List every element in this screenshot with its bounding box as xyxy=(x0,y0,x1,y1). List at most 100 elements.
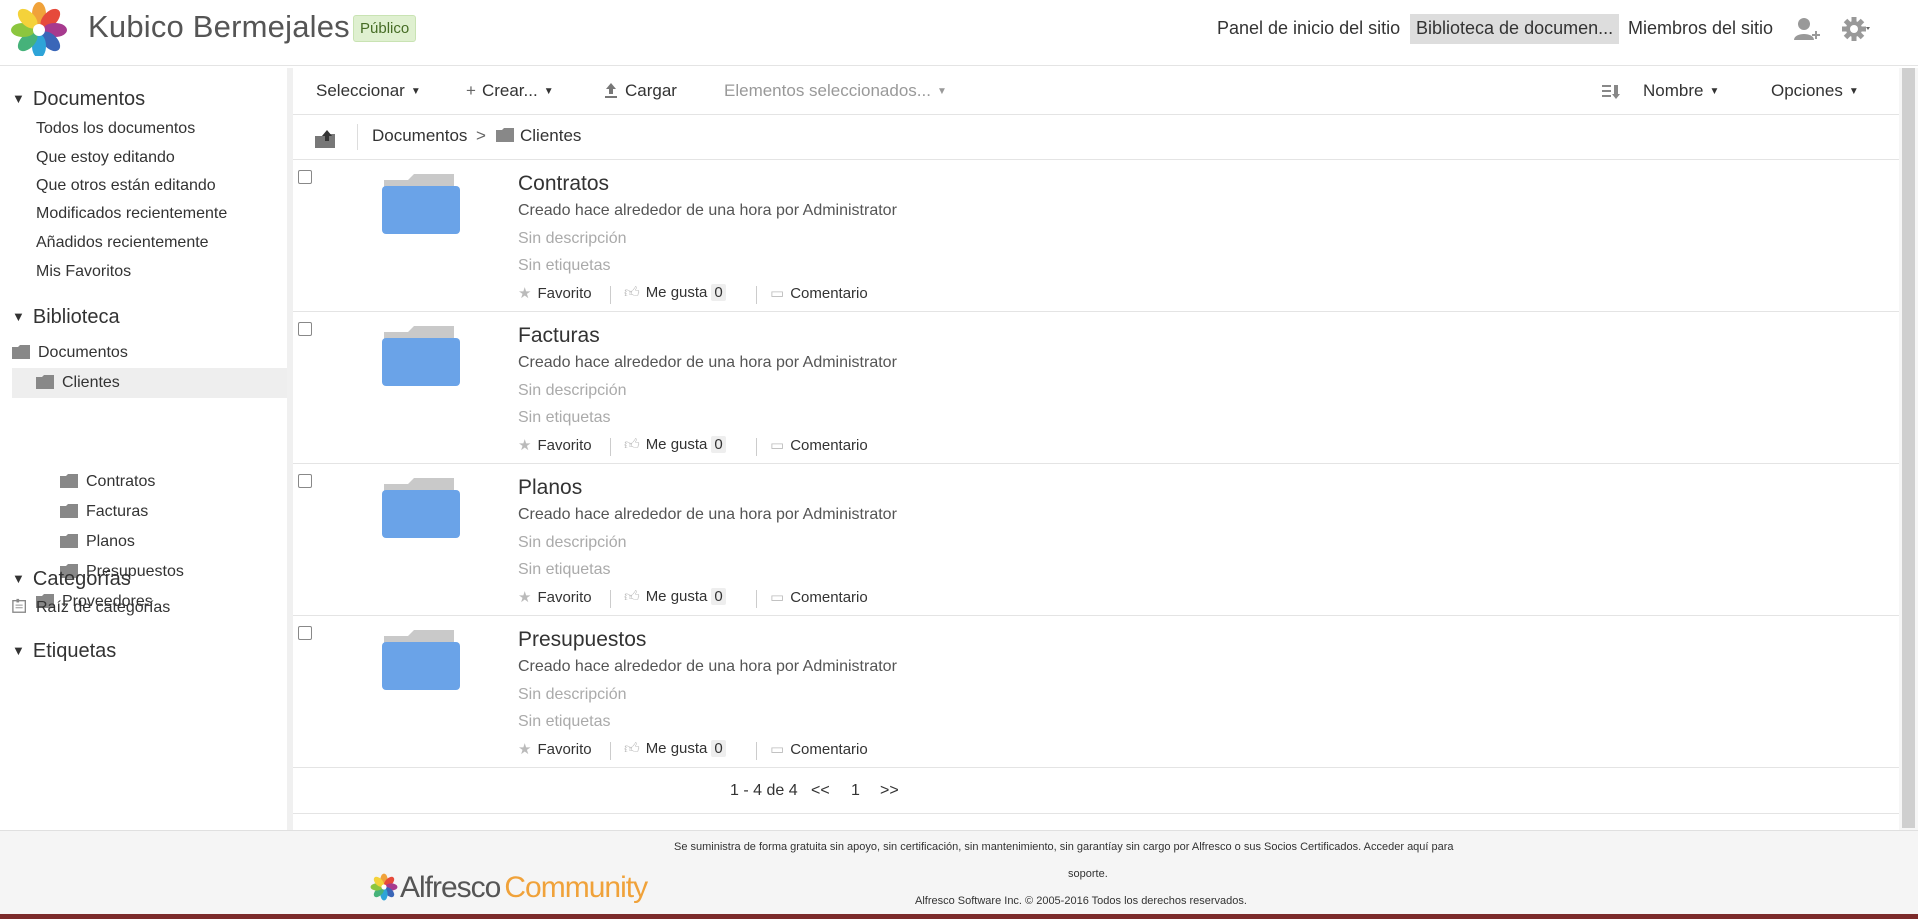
thumbs-up-icon: 👍︎ xyxy=(624,284,640,301)
tree-item-category-root[interactable]: Raíz de categorías xyxy=(12,593,170,623)
favorite-action[interactable]: ★ Favorito xyxy=(518,284,592,302)
add-user-icon[interactable] xyxy=(1791,14,1821,44)
comment-icon: ▭ xyxy=(770,589,785,606)
folder-icon xyxy=(496,128,514,142)
list-item[interactable]: Planos Creado hace alrededor de una hora… xyxy=(293,464,1899,616)
favorite-action[interactable]: ★ Favorito xyxy=(518,740,592,758)
tree-item-documents[interactable]: Documentos xyxy=(12,338,287,368)
nav-document-library[interactable]: Biblioteca de documen... xyxy=(1410,14,1620,44)
like-action[interactable]: 👍︎ Me gusta 0 xyxy=(624,436,726,454)
category-icon xyxy=(12,598,26,613)
thumbs-up-icon: 👍︎ xyxy=(624,588,640,605)
sidebar-tags-header[interactable]: ▼ Etiquetas xyxy=(12,640,116,663)
comment-action[interactable]: ▭ Comentario xyxy=(770,588,868,606)
folder-up-icon[interactable] xyxy=(313,126,339,152)
filter-editing-me[interactable]: Que estoy editando xyxy=(36,149,175,167)
tree-item-contratos[interactable]: Contratos xyxy=(60,467,155,497)
tree-item-planos[interactable]: Planos xyxy=(60,527,135,557)
star-icon: ★ xyxy=(518,437,532,454)
item-description: Sin descripción xyxy=(518,534,627,551)
nav-site-members[interactable]: Miembros del sitio xyxy=(1622,14,1779,44)
sort-icon[interactable] xyxy=(1601,83,1621,101)
site-title: Kubico Bermejales xyxy=(88,9,350,44)
breadcrumb-divider xyxy=(357,124,358,150)
options-menu[interactable]: Opciones ▼ xyxy=(1771,81,1859,101)
select-menu-button[interactable]: Seleccionar ▼ xyxy=(316,81,421,101)
comment-icon: ▭ xyxy=(770,437,785,454)
like-count: 0 xyxy=(711,436,726,453)
pagination-prev[interactable]: << xyxy=(811,782,830,800)
favorite-action[interactable]: ★ Favorito xyxy=(518,588,592,606)
alfresco-community-logo: Alfresco Community xyxy=(368,871,648,907)
item-meta: Creado hace alrededor de una hora por Ad… xyxy=(518,658,897,675)
folder-icon[interactable] xyxy=(380,174,460,234)
tree-item-clientes[interactable]: Clientes xyxy=(12,368,287,398)
thumbs-up-icon: 👍︎ xyxy=(624,740,640,757)
list-item[interactable]: Presupuestos Creado hace alrededor de un… xyxy=(293,616,1899,768)
sidebar-library-header[interactable]: ▼ Biblioteca xyxy=(12,306,120,329)
folder-icon xyxy=(60,534,78,548)
like-action[interactable]: 👍︎ Me gusta 0 xyxy=(624,588,726,606)
app-header: Kubico Bermejales Público Panel de inici… xyxy=(0,0,1918,66)
row-checkbox[interactable] xyxy=(298,322,312,336)
like-count: 0 xyxy=(711,284,726,301)
comment-action[interactable]: ▭ Comentario xyxy=(770,436,868,454)
breadcrumb-separator: > xyxy=(476,126,486,145)
tree-item-facturas[interactable]: Facturas xyxy=(60,497,148,527)
breadcrumb-current: Clientes xyxy=(496,126,581,146)
row-checkbox[interactable] xyxy=(298,170,312,184)
like-count: 0 xyxy=(711,740,726,757)
visibility-badge: Público xyxy=(353,15,417,42)
pagination-next[interactable]: >> xyxy=(880,782,899,800)
item-description: Sin descripción xyxy=(518,230,627,247)
thumbs-up-icon: 👍︎ xyxy=(624,436,640,453)
filter-favorites[interactable]: Mis Favoritos xyxy=(36,263,131,281)
item-name[interactable]: Planos xyxy=(518,476,582,500)
filter-editing-others[interactable]: Que otros están editando xyxy=(36,177,216,195)
like-action[interactable]: 👍︎ Me gusta 0 xyxy=(624,284,726,302)
list-item[interactable]: Contratos Creado hace alrededor de una h… xyxy=(293,160,1899,312)
footer-support-link[interactable]: soporte. xyxy=(1068,868,1108,880)
item-name[interactable]: Facturas xyxy=(518,324,600,348)
nav-site-dashboard[interactable]: Panel de inicio del sitio xyxy=(1211,14,1406,44)
breadcrumb-root[interactable]: Documentos xyxy=(372,126,467,146)
footer-copyright: Alfresco Software Inc. © 2005-2016 Todos… xyxy=(915,895,1247,907)
gear-icon[interactable] xyxy=(1840,14,1870,44)
item-meta: Creado hace alrededor de una hora por Ad… xyxy=(518,202,897,219)
item-tags: Sin etiquetas xyxy=(518,257,611,274)
item-name[interactable]: Contratos xyxy=(518,172,609,196)
item-name[interactable]: Presupuestos xyxy=(518,628,646,652)
star-icon: ★ xyxy=(518,285,532,302)
item-tags: Sin etiquetas xyxy=(518,561,611,578)
list-item[interactable]: Facturas Creado hace alrededor de una ho… xyxy=(293,312,1899,464)
alfresco-logo-icon[interactable] xyxy=(8,0,70,56)
like-action[interactable]: 👍︎ Me gusta 0 xyxy=(624,740,726,758)
bottom-border xyxy=(0,914,1918,919)
item-description: Sin descripción xyxy=(518,382,627,399)
page-scrollbar[interactable] xyxy=(1899,68,1918,830)
sort-field-menu[interactable]: Nombre ▼ xyxy=(1643,81,1719,101)
folder-icon[interactable] xyxy=(380,478,460,538)
sidebar-categories-header[interactable]: ▼ Categorías xyxy=(12,568,131,591)
comment-action[interactable]: ▭ Comentario xyxy=(770,284,868,302)
star-icon: ★ xyxy=(518,589,532,606)
comment-action[interactable]: ▭ Comentario xyxy=(770,740,868,758)
filter-recently-added[interactable]: Añadidos recientemente xyxy=(36,234,209,252)
create-menu-button[interactable]: + Crear... ▼ xyxy=(466,81,554,101)
like-count: 0 xyxy=(711,588,726,605)
filter-recently-modified[interactable]: Modificados recientemente xyxy=(36,205,227,223)
folder-icon[interactable] xyxy=(380,630,460,690)
selected-items-menu[interactable]: Elementos seleccionados... ▼ xyxy=(724,81,947,101)
sidebar-documents-header[interactable]: ▼ Documentos xyxy=(12,88,145,111)
upload-button[interactable]: Cargar xyxy=(603,81,677,101)
filter-all-documents[interactable]: Todos los documentos xyxy=(36,120,195,138)
folder-icon xyxy=(12,345,30,359)
scrollbar-thumb[interactable] xyxy=(1902,68,1915,828)
item-meta: Creado hace alrededor de una hora por Ad… xyxy=(518,354,897,371)
item-tags: Sin etiquetas xyxy=(518,409,611,426)
favorite-action[interactable]: ★ Favorito xyxy=(518,436,592,454)
pagination-page[interactable]: 1 xyxy=(851,782,860,800)
folder-icon[interactable] xyxy=(380,326,460,386)
row-checkbox[interactable] xyxy=(298,474,312,488)
row-checkbox[interactable] xyxy=(298,626,312,640)
